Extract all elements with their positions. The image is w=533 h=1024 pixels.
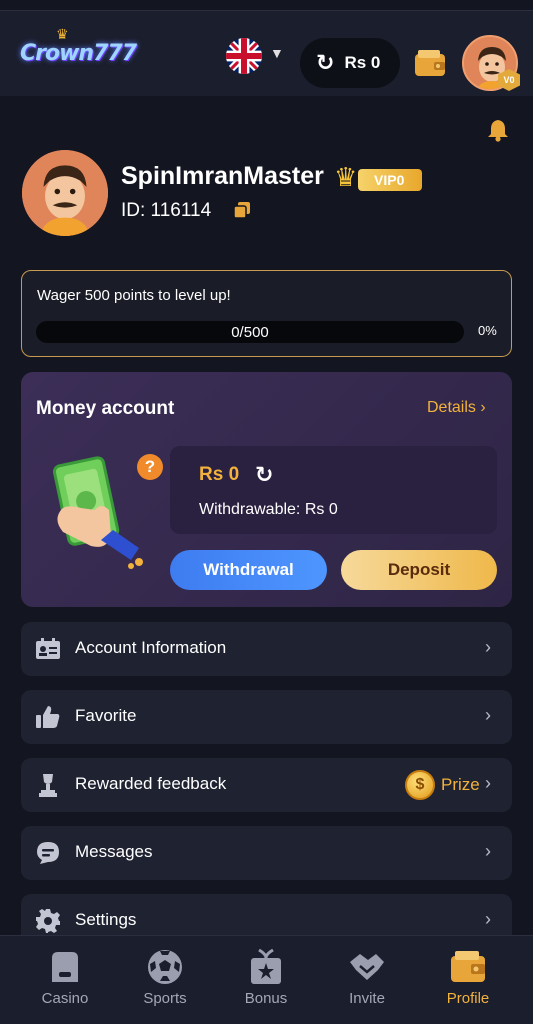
refresh-balance-icon[interactable]: ↻ <box>255 462 273 488</box>
nav-label: Profile <box>446 990 490 1007</box>
soccer-ball-icon <box>146 948 184 986</box>
gift-icon <box>247 948 285 986</box>
withdrawable-amount: Withdrawable: Rs 0 <box>199 501 338 518</box>
nav-bonus[interactable]: Bonus <box>213 936 319 1024</box>
header-balance: Rs 0 <box>344 53 381 72</box>
chevron-right-icon: › <box>485 637 491 657</box>
menu-item-rewarded-feedback[interactable]: Rewarded feedback $ Prize › <box>21 758 512 812</box>
logo-crown-icon: ♛ <box>56 27 69 43</box>
username: SpinImranMaster <box>121 162 324 190</box>
vip-crown-icon: ♛ <box>334 162 358 192</box>
money-account-title: Money account <box>36 398 175 419</box>
prize-label: Prize <box>441 775 480 794</box>
vip-badge: VIP0 ♛ <box>334 162 424 192</box>
menu-item-label: Rewarded feedback <box>75 774 227 793</box>
details-label: Details <box>427 399 476 416</box>
casino-icon <box>46 948 84 986</box>
wager-message: Wager 500 points to level up! <box>37 287 231 304</box>
nav-invite[interactable]: Invite <box>314 936 420 1024</box>
details-link[interactable]: Details › <box>427 399 486 417</box>
wager-progress-card: Wager 500 points to level up! 0/500 0% <box>21 270 512 357</box>
coin-icon: $ <box>405 770 435 800</box>
chevron-right-icon: › <box>485 773 491 793</box>
balance-pill[interactable]: ↻ Rs 0 <box>300 38 400 88</box>
menu-item-label: Settings <box>75 910 137 929</box>
account-balance: Rs 0 <box>199 464 240 485</box>
money-account-card: Money account Details › ? Rs 0 ↻ Withdra… <box>21 372 512 607</box>
crown777-logo[interactable]: ♛ Crown777 <box>20 27 137 66</box>
withdrawal-button[interactable]: Withdrawal <box>170 550 327 590</box>
chat-icon <box>35 840 61 866</box>
progress-percent: 0% <box>478 323 497 338</box>
chevron-right-icon: › <box>485 841 491 861</box>
progress-text: 0/500 <box>231 323 269 341</box>
chevron-right-icon: › <box>480 399 486 416</box>
refresh-icon[interactable]: ↻ <box>316 50 334 76</box>
money-hand-icon <box>51 450 151 575</box>
handshake-icon <box>348 948 386 986</box>
level-progress-bar: 0/500 <box>36 321 464 343</box>
chevron-right-icon: › <box>485 909 491 929</box>
nav-label: Sports <box>143 990 187 1007</box>
nav-label: Casino <box>41 990 89 1007</box>
gear-icon <box>35 908 61 934</box>
nav-sports[interactable]: Sports <box>112 936 218 1024</box>
user-id: ID: 116114 <box>121 200 212 221</box>
bottom-navigation: Casino Sports Bonus Invite Profile <box>0 935 533 1024</box>
copy-icon[interactable] <box>233 201 251 224</box>
menu-item-label: Messages <box>75 842 153 861</box>
nav-profile[interactable]: Profile <box>415 936 521 1024</box>
nav-label: Bonus <box>244 990 288 1007</box>
nav-casino[interactable]: Casino <box>12 936 118 1024</box>
uk-flag-icon[interactable] <box>226 38 262 74</box>
top-bar: ♛ Crown777 ▼ ↻ Rs 0 V0 <box>0 10 533 96</box>
menu-item-account-information[interactable]: Account Information › <box>21 622 512 676</box>
menu-item-messages[interactable]: Messages › <box>21 826 512 880</box>
language-chevron-down-icon[interactable]: ▼ <box>270 45 284 61</box>
menu-item-favorite[interactable]: Favorite › <box>21 690 512 744</box>
menu-item-label: Favorite <box>75 706 137 725</box>
deposit-button[interactable]: Deposit <box>341 550 497 590</box>
menu-item-label: Account Information <box>75 638 227 657</box>
id-card-icon <box>35 636 61 662</box>
help-question-icon[interactable]: ? <box>137 454 163 480</box>
bell-icon[interactable] <box>487 118 509 147</box>
wallet-icon <box>449 948 487 986</box>
vip-label: VIP0 <box>358 169 422 191</box>
balance-box: Rs 0 ↻ Withdrawable: Rs 0 <box>170 446 497 534</box>
prize-badge: $ Prize <box>405 770 480 800</box>
logo-text: Crown777 <box>20 41 137 66</box>
wallet-icon[interactable] <box>414 49 446 82</box>
profile-avatar[interactable] <box>22 150 108 236</box>
trophy-icon <box>35 772 61 798</box>
nav-label: Invite <box>349 990 385 1007</box>
thumbs-up-icon <box>35 704 61 730</box>
chevron-right-icon: › <box>485 705 491 725</box>
